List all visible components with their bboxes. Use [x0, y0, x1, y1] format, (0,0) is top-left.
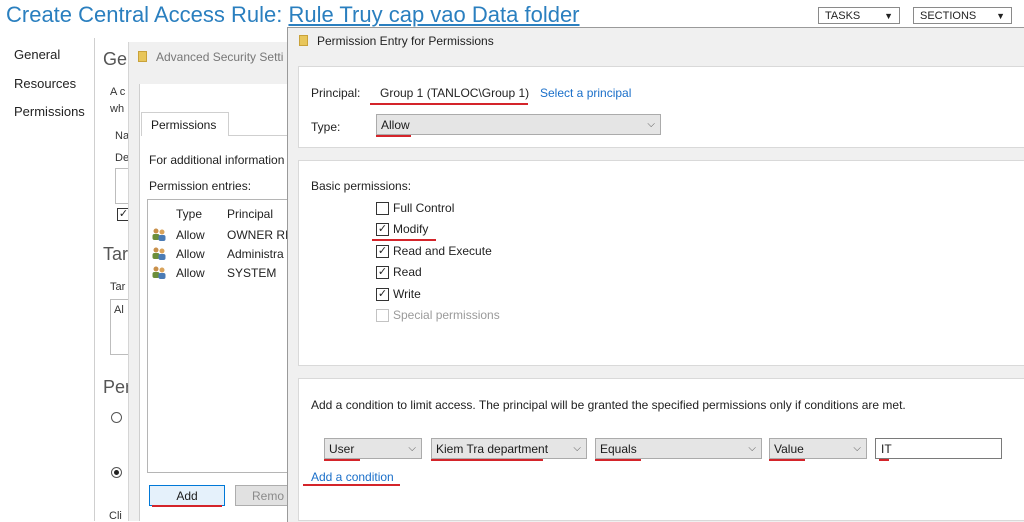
type-select[interactable]: Allow ⌵ [376, 114, 661, 135]
dropdown-arrow-icon: ▼ [996, 10, 1005, 21]
permission-entries-label: Permission entries: [149, 179, 252, 193]
special-permissions-label: Special permissions [393, 308, 500, 322]
target-value: Al [114, 304, 124, 316]
general-text-1: A c [110, 86, 126, 98]
basic-permissions-label: Basic permissions: [311, 179, 412, 193]
chevron-down-icon: ⌵ [573, 443, 581, 454]
chevron-down-icon: ⌵ [748, 443, 756, 454]
read-checkbox[interactable]: ✓ [376, 266, 389, 279]
nav-item-permissions[interactable]: Permissions [14, 104, 85, 119]
title-bar: Create Central Access Rule: Rule Truy ca… [0, 0, 1024, 30]
nav-item-resources[interactable]: Resources [14, 76, 76, 91]
special-permissions-checkbox [376, 309, 389, 322]
add-button[interactable]: Add [149, 485, 225, 506]
modify-checkbox[interactable]: ✓ [376, 223, 389, 236]
section-target-heading: Tar [103, 244, 129, 264]
sections-button[interactable]: SECTIONS ▼ [913, 7, 1012, 24]
additional-info-text: For additional information [149, 153, 285, 167]
select-principal-link[interactable]: Select a principal [540, 86, 631, 100]
page-title: Create Central Access Rule: Rule Truy ca… [6, 2, 580, 27]
annotation-underline [303, 484, 400, 486]
rule-name: Rule Truy cap vao Data folder [288, 2, 580, 27]
principal-label: Principal: [311, 86, 361, 100]
annotation-underline [370, 103, 528, 105]
table-row[interactable]: Allow SYSTEM [150, 265, 298, 282]
users-icon [152, 247, 166, 260]
description-label: De [115, 152, 130, 164]
radio-option-2[interactable] [111, 467, 122, 478]
full-control-checkbox[interactable] [376, 202, 389, 215]
type-label: Type: [311, 120, 341, 134]
dropdown-arrow-icon: ▼ [884, 10, 893, 21]
write-checkbox[interactable]: ✓ [376, 288, 389, 301]
annotation-underline [376, 135, 411, 137]
chevron-down-icon: ⌵ [408, 443, 416, 454]
annotation-underline [431, 459, 543, 461]
annotation-underline [879, 459, 889, 461]
row-principal: SYSTEM [227, 266, 277, 280]
add-condition-link[interactable]: Add a condition [311, 470, 394, 484]
bottom-text: Cli [109, 510, 122, 522]
folder-icon [299, 35, 308, 46]
annotation-underline [324, 459, 360, 461]
column-principal[interactable]: Principal [227, 207, 273, 221]
read-label: Read [393, 265, 422, 279]
principal-value: Group 1 (TANLOC\Group 1) [380, 86, 530, 100]
advanced-window-title: Advanced Security Setti [138, 50, 283, 64]
nav-item-general[interactable]: General [14, 47, 60, 62]
column-type[interactable]: Type [176, 207, 202, 221]
condition-subject-select[interactable]: User ⌵ [324, 438, 422, 459]
tasks-button[interactable]: TASKS ▼ [818, 7, 900, 24]
users-icon [152, 266, 166, 279]
row-principal: Administra [227, 247, 284, 261]
dialog-title: Permission Entry for Permissions [317, 34, 494, 48]
annotation-underline [372, 239, 436, 241]
read-execute-label: Read and Execute [393, 244, 492, 258]
read-execute-checkbox[interactable]: ✓ [376, 245, 389, 258]
row-type: Allow [176, 247, 205, 261]
annotation-underline [152, 505, 222, 507]
table-row[interactable]: Allow OWNER RIG [150, 227, 298, 244]
radio-option-1[interactable] [111, 412, 122, 423]
tab-permissions[interactable]: Permissions [141, 112, 229, 136]
general-text-2: wh [110, 103, 125, 115]
remove-button[interactable]: Remo [235, 485, 291, 506]
row-type: Allow [176, 228, 205, 242]
write-label: Write [393, 287, 421, 301]
row-type: Allow [176, 266, 205, 280]
section-general-heading: Ge [103, 49, 128, 69]
full-control-label: Full Control [393, 201, 455, 215]
annotation-underline [595, 459, 641, 461]
users-icon [152, 228, 166, 241]
condition-operator-select[interactable]: Equals ⌵ [595, 438, 762, 459]
table-row[interactable]: Allow Administra [150, 246, 298, 263]
modify-label: Modify [393, 222, 429, 236]
condition-value-type-select[interactable]: Value ⌵ [769, 438, 867, 459]
name-label: Na [115, 130, 130, 142]
condition-value-input[interactable]: IT [875, 438, 1002, 459]
section-permissions-heading: Per [103, 377, 132, 397]
condition-text: Add a condition to limit access. The pri… [311, 398, 906, 412]
condition-attribute-select[interactable]: Kiem Tra department ⌵ [431, 438, 587, 459]
folder-icon [138, 51, 147, 62]
target-label: Tar [110, 281, 126, 293]
nav-divider [94, 38, 95, 521]
chevron-down-icon: ⌵ [647, 119, 655, 130]
chevron-down-icon: ⌵ [853, 443, 861, 454]
annotation-underline [769, 459, 805, 461]
